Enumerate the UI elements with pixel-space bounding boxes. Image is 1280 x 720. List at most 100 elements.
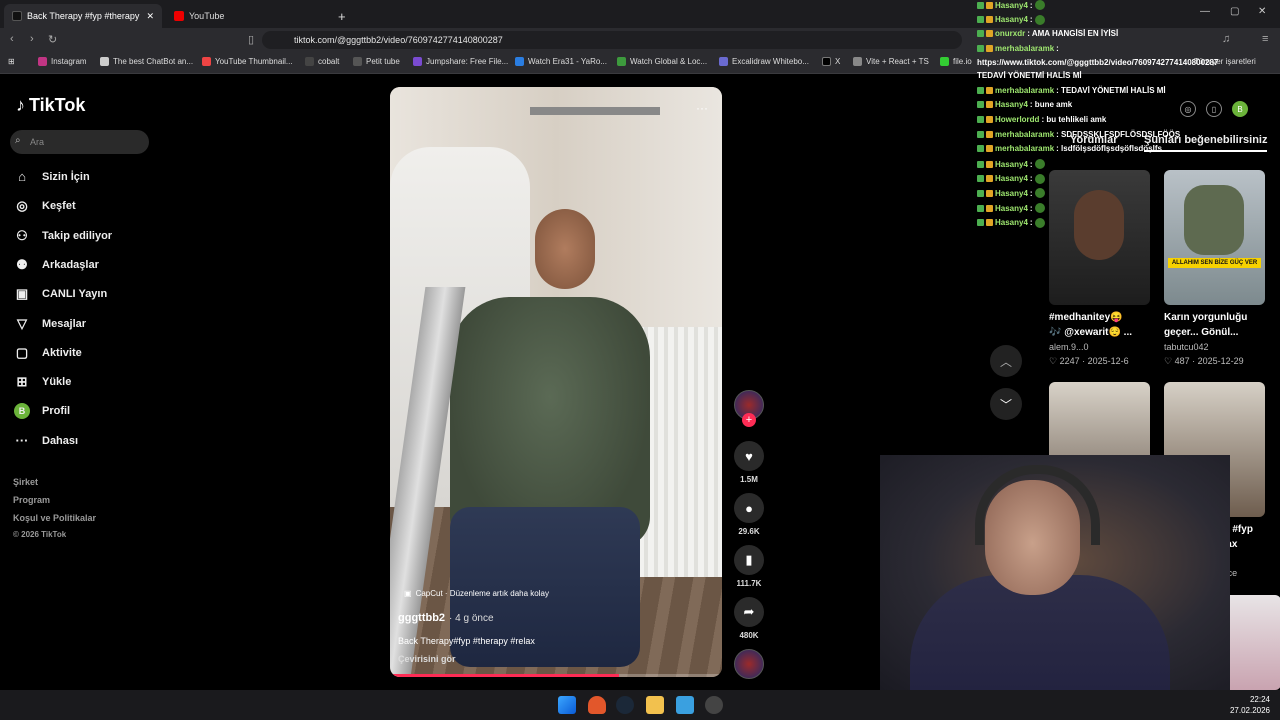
compass-small-icon[interactable]: ◎ — [1180, 101, 1196, 117]
chat-text: : — [1056, 44, 1059, 54]
sidebar-item-live[interactable]: ▣ CANLI Yayın — [14, 286, 107, 302]
bookmark-item[interactable]: YouTube Thumbnail... — [202, 57, 293, 66]
reload-icon[interactable]: ↻ — [48, 33, 57, 46]
card-author[interactable]: tabutcu042 — [1164, 342, 1209, 352]
suggested-video-card[interactable]: ALLAHIM SEN BİZE GÜÇ VER — [1164, 170, 1265, 305]
bookmark-item[interactable]: Vite + React + TS — [853, 57, 929, 66]
new-tab-button[interactable]: + — [330, 4, 354, 28]
capcut-icon: ▣ — [404, 589, 412, 598]
card-stats: ♡ 2247 · 2025-12-6 — [1049, 356, 1129, 366]
translate-link[interactable]: Çevirisini gör — [398, 654, 456, 664]
system-clock[interactable]: 22:24 27.02.2026 — [1230, 694, 1270, 716]
sidebar-item-profile[interactable]: B Profil — [14, 403, 70, 419]
bookmark-item[interactable]: Watch Era31 - YaRo... — [515, 57, 607, 66]
tiktok-logo[interactable]: ♪ TikTok — [16, 95, 85, 116]
tab-youtube[interactable]: YouTube — [166, 4, 326, 28]
chat-message: Hasany4: bune amk — [977, 100, 1072, 109]
app-icon[interactable] — [676, 696, 694, 714]
card-title[interactable]: Karın yorgunluğu geçer... Gönül... — [1164, 310, 1247, 340]
sub-badge-icon — [986, 30, 993, 38]
footer-link[interactable]: Şirket — [13, 477, 38, 487]
minimize-icon[interactable]: — — [1200, 6, 1210, 17]
following-icon: ⚇ — [16, 228, 28, 243]
footer-link[interactable]: Koşul ve Politikalar — [13, 513, 96, 523]
video-progress[interactable] — [390, 674, 722, 677]
footer-link[interactable]: Program — [13, 495, 50, 505]
search-input[interactable]: ⌕ Ara — [10, 130, 149, 154]
card-title[interactable]: #medhanitey😝 🎶 @xewarit😌 ... — [1049, 310, 1132, 340]
close-window-icon[interactable]: ✕ — [1258, 6, 1266, 17]
music-disc[interactable] — [733, 649, 765, 679]
mod-badge-icon — [977, 1, 984, 9]
sidebar-item-following[interactable]: ⚇ Takip ediliyor — [14, 228, 112, 244]
obs-icon[interactable] — [705, 696, 723, 714]
phone-icon[interactable]: ▯ — [1206, 101, 1222, 117]
sidebar-item-activity[interactable]: ▢ Aktivite — [14, 345, 82, 361]
music-disc-icon — [734, 649, 764, 679]
tab-tiktok[interactable]: Back Therapy #fyp #therapy ✕ — [4, 4, 162, 28]
forward-icon[interactable]: › — [30, 33, 34, 45]
save-button[interactable]: ▮ 111.7K — [733, 545, 765, 588]
prev-video-button[interactable]: ︿ — [990, 345, 1022, 377]
steam-icon[interactable] — [616, 696, 634, 714]
bookmark-item[interactable]: Jumpshare: Free File... — [413, 57, 508, 66]
video-player[interactable]: ··· ▣ CapCut · Düzenleme artık daha kolay… — [390, 87, 722, 677]
apps-icon[interactable]: ⊞ — [8, 57, 15, 66]
mod-badge-icon — [977, 101, 984, 109]
sidebar-item-for-you[interactable]: ⌂ Sizin İçin — [14, 169, 90, 184]
bookmark-item[interactable]: Instagram — [38, 57, 87, 66]
emote-icon — [1034, 173, 1045, 184]
video-author[interactable]: gggttbb2 · 4 g önce — [398, 612, 494, 624]
sub-badge-icon — [986, 86, 993, 94]
suggested-video-card[interactable] — [1049, 170, 1150, 305]
video-more-icon[interactable]: ··· — [696, 101, 708, 115]
mod-badge-icon — [977, 160, 984, 168]
card-author[interactable]: alem.9...0 — [1049, 342, 1089, 352]
menu-icon[interactable]: ≡ — [1262, 33, 1268, 45]
bookmark-item[interactable]: cobalt — [305, 57, 339, 66]
music-icon[interactable]: ♫ — [1222, 33, 1230, 45]
maximize-icon[interactable]: ▢ — [1230, 6, 1239, 17]
avatar[interactable]: B — [1232, 101, 1248, 117]
back-icon[interactable]: ‹ — [10, 33, 14, 45]
sub-badge-icon — [986, 16, 993, 24]
close-icon[interactable]: ✕ — [146, 11, 154, 22]
brave-browser-icon[interactable] — [588, 696, 606, 714]
chat-text: : SDFDSŞKLFSDFLÖSDŞLFÖÖŞ — [1056, 129, 1181, 139]
follow-plus-icon[interactable]: + — [742, 413, 756, 427]
bookmark-item[interactable]: The best ChatBot an... — [100, 57, 193, 66]
windows-start-icon[interactable] — [558, 696, 576, 714]
taskbar: 22:24 27.02.2026 — [0, 690, 1280, 720]
sidebar-item-more[interactable]: ··· Dahası — [14, 433, 79, 448]
mod-badge-icon — [977, 16, 984, 24]
comment-button[interactable]: ● 29.6K — [733, 493, 765, 536]
bookmark-item[interactable]: Watch Global & Loc... — [617, 57, 707, 66]
bookmark-item[interactable]: X — [822, 57, 840, 66]
sidebar-item-messages[interactable]: ▽ Mesajlar — [14, 316, 86, 332]
profile-icon: B — [14, 403, 30, 419]
bookmark-item[interactable]: Excalidraw Whitebo... — [719, 57, 809, 66]
mod-badge-icon — [977, 145, 984, 153]
copyright: © 2026 TikTok — [13, 530, 67, 539]
address-bar[interactable]: tiktok.com/@gggttbb2/video/7609742774140… — [262, 31, 962, 49]
comment-count: 29.6K — [738, 527, 760, 536]
sidebar-item-friends[interactable]: ⚉ Arkadaşlar — [14, 257, 99, 273]
bookmark-item[interactable]: Petit tube — [353, 57, 400, 66]
chat-username: Hasany4 — [995, 100, 1028, 110]
like-button[interactable]: ♥ 1.5M — [733, 441, 765, 484]
chat-username: Hasany4 — [995, 15, 1028, 25]
chat-message: Hasany4: — [977, 188, 1045, 199]
sidebar-item-explore[interactable]: ◎ Keşfet — [14, 198, 75, 214]
bookmark-icon[interactable]: ▯ — [248, 33, 254, 46]
heart-small-icon: ♡ — [1049, 356, 1060, 366]
chat-message: Howerlordd: bu tehlikeli amk — [977, 115, 1106, 124]
next-video-button[interactable]: ﹀ — [990, 388, 1022, 420]
bookmark-item[interactable]: file.io — [940, 57, 972, 66]
more-icon: ··· — [15, 433, 29, 448]
chat-text: : — [1029, 174, 1033, 184]
capcut-label[interactable]: ▣ CapCut · Düzenleme artık daha kolay — [404, 589, 549, 598]
share-button[interactable]: ➦ 480K — [733, 597, 765, 640]
sidebar-item-upload[interactable]: ⊞ Yükle — [14, 374, 72, 390]
file-explorer-icon[interactable] — [646, 696, 664, 714]
author-avatar[interactable]: + — [733, 390, 765, 427]
